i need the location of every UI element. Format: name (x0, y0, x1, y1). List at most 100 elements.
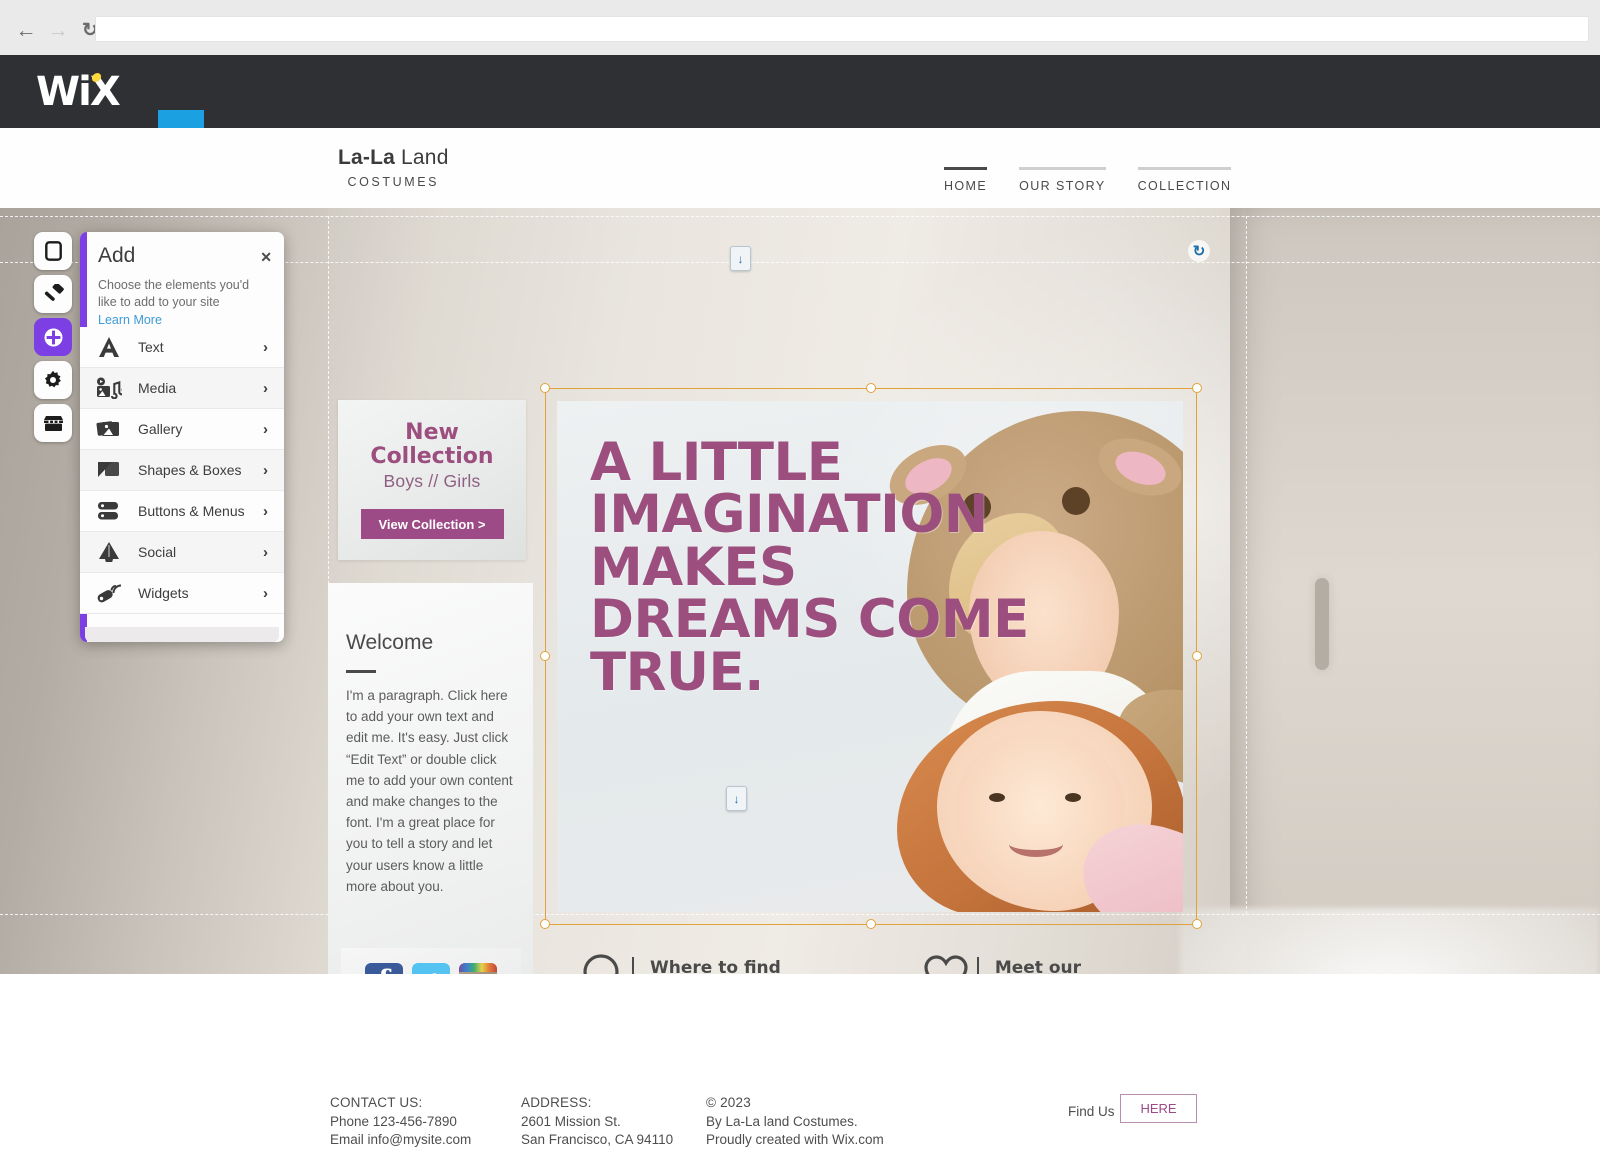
add-item-gallery[interactable]: Gallery › (80, 409, 284, 450)
nav-item-our-story[interactable]: OUR STORY (1003, 155, 1121, 193)
site-brand: La-La Land COSTUMES (338, 146, 449, 189)
chevron-right-icon: › (263, 379, 268, 397)
welcome-paragraph: I'm a paragraph. Click here to add your … (346, 688, 513, 894)
nav-item-home[interactable]: HOME (928, 155, 1003, 193)
footer-contact-phone: Phone 123-456-7890 (330, 1113, 457, 1129)
promo-card[interactable]: New Collection Boys // Girls View Collec… (338, 400, 526, 560)
store-icon (43, 415, 63, 431)
nav-item-label: HOME (944, 179, 988, 193)
site-footer: CONTACT US: Phone 123-456-7890 Email inf… (0, 974, 1600, 1167)
footer-address-column: ADDRESS: 2601 Mission St. San Francisco,… (521, 1094, 673, 1150)
page-icon (44, 241, 62, 261)
footer-contact-head: CONTACT US: (330, 1095, 423, 1110)
add-item-media[interactable]: Media › (80, 368, 284, 409)
add-item-text[interactable]: Text › (80, 327, 284, 368)
welcome-heading: Welcome (346, 631, 434, 654)
footer-address-head: ADDRESS: (521, 1095, 592, 1110)
add-panel: Add Choose the elements you'd like to ad… (80, 232, 284, 642)
promo-title-line2: Collection (370, 443, 494, 469)
paintbrush-icon (44, 283, 64, 301)
welcome-card: Welcome I'm a paragraph. Click here to a… (328, 583, 533, 1028)
rotate-icon[interactable]: ↻ (1188, 240, 1210, 262)
media-photo-music-icon (80, 377, 138, 399)
footer-copy-head: © 2023 (706, 1095, 751, 1110)
welcome-rule (346, 670, 376, 673)
resize-handle-left[interactable] (540, 651, 550, 661)
buttons-menus-icon (80, 500, 138, 522)
browser-nav-buttons: ← → ↻ (14, 18, 102, 42)
drag-handle-icon-bottom[interactable]: ↓ (726, 786, 747, 811)
add-panel-header: Add Choose the elements you'd like to ad… (98, 244, 274, 327)
wix-logo-text: WiX (36, 69, 121, 115)
nav-item-label: OUR STORY (1019, 179, 1106, 193)
footer-here-button[interactable]: HERE (1120, 1094, 1197, 1123)
shapes-boxes-icon (80, 459, 138, 481)
promo-subtitle: Boys // Girls (383, 471, 481, 492)
view-collection-button[interactable]: View Collection > (360, 509, 504, 540)
sidebar-pages-button[interactable] (34, 232, 72, 270)
gear-icon (45, 370, 61, 388)
resize-handle-top-center[interactable] (866, 383, 876, 393)
footer-contact-email: Email info@mysite.com (330, 1132, 472, 1148)
editor-top-bar: WiX Page: HOME (0, 55, 1600, 183)
add-item-label: Text (138, 339, 164, 355)
plus-circle-icon (44, 328, 62, 346)
add-item-label: Gallery (138, 421, 183, 437)
resize-handle-top-right[interactable] (1192, 383, 1202, 393)
nav-rule (1137, 167, 1232, 170)
add-panel-title: Add (98, 244, 136, 267)
add-item-widgets[interactable]: Widgets › (80, 573, 284, 614)
letter-a-icon (80, 335, 138, 359)
footer-copy-column: © 2023 By La-La land Costumes. Proudly c… (706, 1094, 884, 1150)
resize-handle-bottom-left[interactable] (540, 919, 550, 929)
chevron-right-icon: › (263, 461, 268, 479)
add-item-social[interactable]: Social › (80, 532, 284, 573)
footer-address-line1: 2601 Mission St. (521, 1113, 621, 1129)
selection-box (545, 388, 1197, 925)
close-icon[interactable]: ✕ (260, 249, 272, 266)
guide-line-vertical (1246, 216, 1247, 914)
add-panel-footer (85, 627, 279, 642)
learn-more-link[interactable]: Learn More (98, 313, 274, 327)
add-panel-subtitle: Choose the elements you'd like to add to… (98, 278, 250, 309)
chevron-right-icon: › (263, 338, 268, 356)
add-item-label: Widgets (138, 585, 189, 601)
browser-chrome: ← → ↻ (0, 0, 1600, 55)
sidebar-design-button[interactable] (34, 275, 72, 313)
add-panel-list: Text › Media › Gallery › Shapes & Boxes … (80, 327, 284, 614)
wix-logo: WiX (36, 71, 141, 113)
instagram-rainbow-stripe (459, 963, 497, 972)
brand-name-light: Land (395, 146, 449, 169)
promo-title: New Collection (370, 421, 493, 468)
arrow-right-icon[interactable]: → (46, 18, 70, 42)
add-item-shapes-boxes[interactable]: Shapes & Boxes › (80, 450, 284, 491)
sidebar-add-button[interactable] (34, 318, 72, 356)
footer-address-line2: San Francisco, CA 94110 (521, 1132, 674, 1148)
brand-subtitle: COSTUMES (347, 175, 440, 189)
wix-editor-screen: ← → ↻ WiX Page: (0, 0, 1600, 1167)
widget-remote-icon (80, 582, 138, 604)
resize-handle-bottom-right[interactable] (1192, 919, 1202, 929)
address-bar[interactable] (95, 16, 1589, 42)
resize-handle-bottom-center[interactable] (866, 919, 876, 929)
nav-active-rule (944, 167, 988, 170)
footer-contact-column: CONTACT US: Phone 123-456-7890 Email inf… (330, 1094, 471, 1150)
brand-name: La-La Land (338, 146, 449, 170)
resize-handle-top-left[interactable] (540, 383, 550, 393)
add-item-buttons-menus[interactable]: Buttons & Menus › (80, 491, 284, 532)
promo-title-line1: New (405, 419, 459, 445)
site-header: La-La Land COSTUMES HOME OUR STORY COLLE… (0, 128, 1600, 208)
arrow-left-icon[interactable]: ← (14, 18, 38, 42)
sidebar-settings-button[interactable] (34, 361, 72, 399)
add-item-label: Buttons & Menus (138, 503, 245, 519)
add-item-label: Social (138, 544, 177, 560)
chevron-right-icon: › (263, 502, 268, 520)
nav-item-collection[interactable]: COLLECTION (1122, 155, 1248, 193)
drag-handle-icon-top[interactable]: ↓ (730, 246, 751, 271)
resize-handle-right[interactable] (1192, 651, 1202, 661)
add-item-label: Shapes & Boxes (138, 462, 242, 478)
add-item-label: Media (138, 380, 177, 396)
footer-content: CONTACT US: Phone 123-456-7890 Email inf… (308, 1094, 1248, 1167)
footer-copy-line2: Proudly created with Wix.com (706, 1132, 884, 1148)
sidebar-store-button[interactable] (34, 404, 72, 442)
